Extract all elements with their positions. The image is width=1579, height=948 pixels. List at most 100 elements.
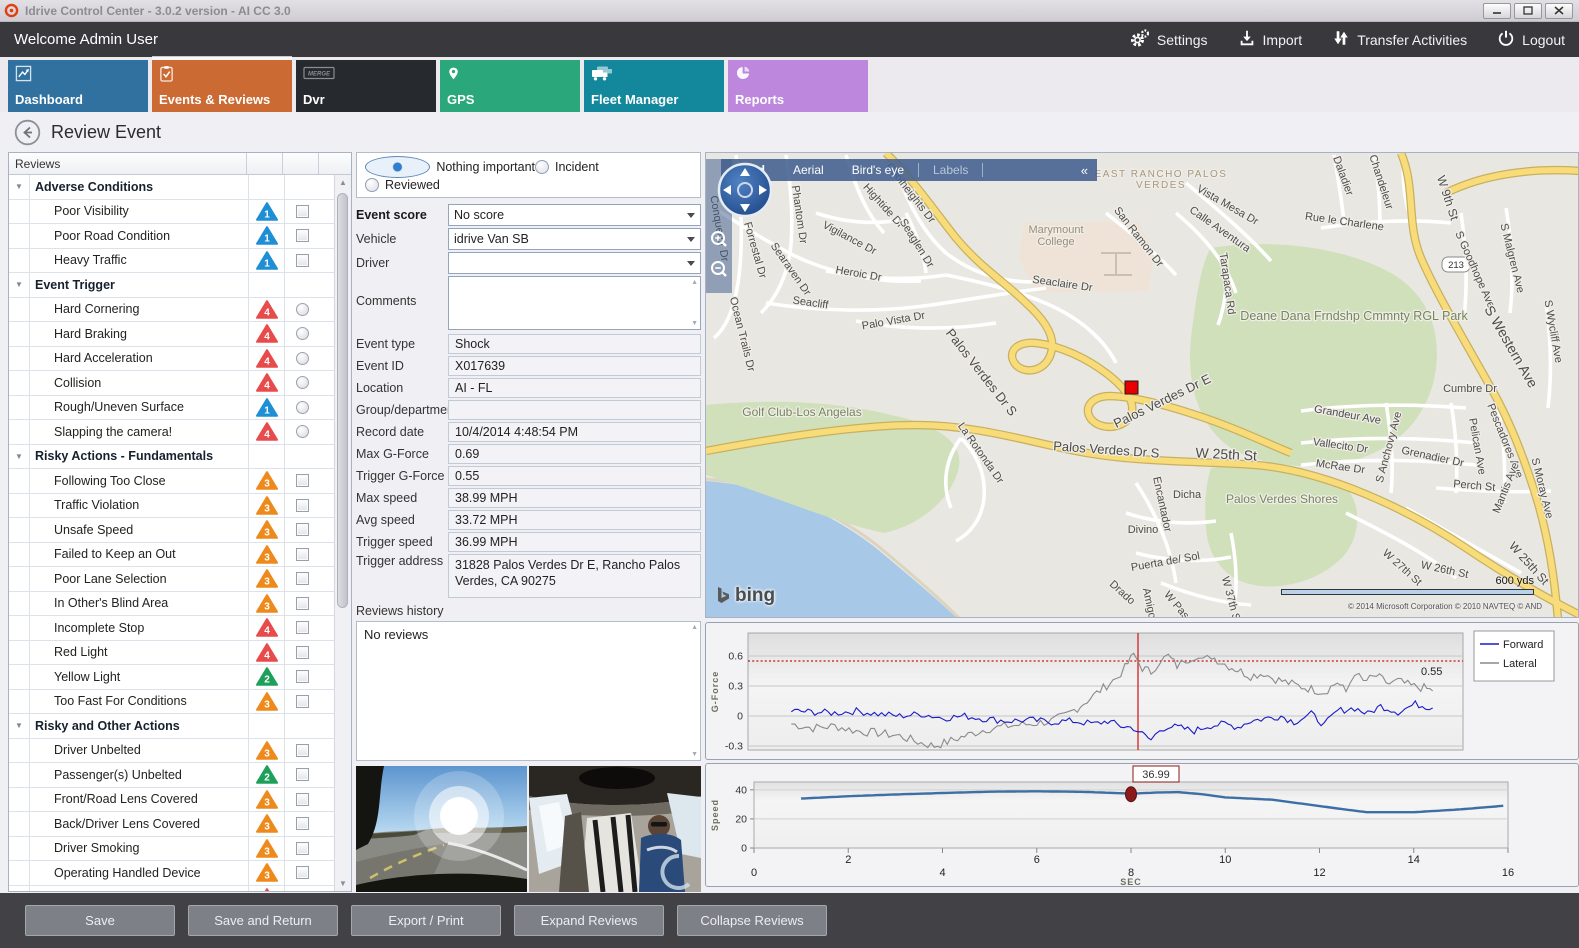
cabin-camera-thumbnail[interactable]: [529, 766, 701, 892]
tree-item-row[interactable]: Yellow Light2: [9, 665, 334, 690]
status-radio[interactable]: [365, 178, 379, 192]
tree-item-row[interactable]: Rough/Uneven Surface1: [9, 396, 334, 421]
tree-item-row[interactable]: Front/Road Lens Covered3: [9, 788, 334, 813]
item-checkbox[interactable]: [296, 866, 309, 879]
tree-item-row[interactable]: Heavy Traffic1: [9, 249, 334, 274]
header-action-logout[interactable]: Logout: [1497, 29, 1565, 50]
minimize-window-button[interactable]: [1483, 3, 1511, 19]
scroll-down-icon[interactable]: ▼: [691, 751, 698, 758]
scroll-down-icon[interactable]: ▼: [691, 320, 698, 327]
item-radio[interactable]: [296, 352, 309, 365]
tree-item-row[interactable]: Passenger(s) Unbelted2: [9, 763, 334, 788]
status-option-nothing-important[interactable]: Nothing important: [365, 158, 535, 176]
tree-item-row[interactable]: Collision4: [9, 371, 334, 396]
vehicle-select[interactable]: idrive Van SB: [448, 228, 701, 250]
tree-item-row[interactable]: Tampering/Abusing Equipment4: [9, 886, 334, 892]
map-view-bird-s-eye[interactable]: Bird's eye: [838, 163, 918, 177]
tree-item-row[interactable]: Driver Smoking3: [9, 837, 334, 862]
compass-icon[interactable]: [716, 161, 774, 219]
expand-reviews-button[interactable]: Expand Reviews: [514, 905, 664, 936]
item-checkbox[interactable]: [296, 474, 309, 487]
tab-gps[interactable]: GPS: [440, 60, 580, 112]
close-window-button[interactable]: [1545, 3, 1573, 19]
item-checkbox[interactable]: [296, 621, 309, 634]
tree-item-row[interactable]: Red Light4: [9, 641, 334, 666]
maximize-window-button[interactable]: [1514, 3, 1542, 19]
status-option-incident[interactable]: Incident: [535, 158, 692, 176]
map-panel[interactable]: 213Coolheights DrHightide DrPhantom DrFo…: [705, 152, 1579, 618]
status-radio[interactable]: [365, 156, 430, 178]
tree-group-row[interactable]: ▼Adverse Conditions: [9, 175, 334, 200]
tree-item-row[interactable]: Failed to Keep an Out3: [9, 543, 334, 568]
map-canvas[interactable]: 213Coolheights DrHightide DrPhantom DrFo…: [706, 153, 1579, 618]
item-checkbox[interactable]: [296, 254, 309, 267]
save-button[interactable]: Save: [25, 905, 175, 936]
scroll-up-icon[interactable]: ▲: [691, 279, 698, 286]
zoom-in-icon[interactable]: [709, 229, 729, 253]
item-checkbox[interactable]: [296, 205, 309, 218]
item-checkbox[interactable]: [296, 695, 309, 708]
map-view-labels[interactable]: Labels: [919, 163, 982, 177]
item-checkbox[interactable]: [296, 768, 309, 781]
tree-item-row[interactable]: Traffic Violation3: [9, 494, 334, 519]
tree-item-row[interactable]: Incomplete Stop4: [9, 616, 334, 641]
item-radio[interactable]: [296, 327, 309, 340]
comments-textarea[interactable]: ▲▼: [448, 276, 701, 330]
driver-select[interactable]: [448, 252, 701, 274]
status-option-reviewed[interactable]: Reviewed: [365, 176, 535, 194]
scroll-down-icon[interactable]: ▼: [335, 876, 351, 891]
item-checkbox[interactable]: [296, 523, 309, 536]
zoom-out-icon[interactable]: [709, 259, 729, 283]
item-checkbox[interactable]: [296, 793, 309, 806]
item-checkbox[interactable]: [296, 744, 309, 757]
save-and-return-button[interactable]: Save and Return: [188, 905, 338, 936]
item-radio[interactable]: [296, 376, 309, 389]
collapse-reviews-button[interactable]: Collapse Reviews: [677, 905, 827, 936]
item-checkbox[interactable]: [296, 670, 309, 683]
export-print-button[interactable]: Export / Print: [351, 905, 501, 936]
item-checkbox[interactable]: [296, 229, 309, 242]
header-action-transfer-activities[interactable]: Transfer Activities: [1332, 29, 1467, 50]
map-view-aerial[interactable]: Aerial: [779, 163, 838, 177]
item-checkbox[interactable]: [296, 548, 309, 561]
collapse-arrow-icon[interactable]: ▼: [9, 445, 29, 469]
header-action-import[interactable]: Import: [1238, 29, 1303, 50]
collapse-arrow-icon[interactable]: ▼: [9, 714, 29, 738]
tree-group-row[interactable]: ▼Risky and Other Actions: [9, 714, 334, 739]
item-checkbox[interactable]: [296, 646, 309, 659]
tab-fleet-manager[interactable]: Fleet Manager: [584, 60, 724, 112]
collapse-arrow-icon[interactable]: ▼: [9, 175, 29, 199]
tree-item-row[interactable]: Unsafe Speed3: [9, 518, 334, 543]
tab-reports[interactable]: Reports: [728, 60, 868, 112]
event-score-select[interactable]: No score: [448, 204, 701, 226]
scroll-up-icon[interactable]: ▲: [335, 175, 351, 190]
tree-item-row[interactable]: Hard Acceleration4: [9, 347, 334, 372]
tree-item-row[interactable]: Too Fast For Conditions3: [9, 690, 334, 715]
tree-item-row[interactable]: Hard Braking4: [9, 322, 334, 347]
tree-item-row[interactable]: Back/Driver Lens Covered3: [9, 812, 334, 837]
item-checkbox[interactable]: [296, 597, 309, 610]
front-camera-thumbnail[interactable]: [356, 766, 527, 892]
scrollbar-thumb[interactable]: [337, 193, 348, 608]
tree-item-row[interactable]: Slapping the camera!4: [9, 420, 334, 445]
tab-events-reviews[interactable]: Events & Reviews: [152, 60, 292, 112]
item-radio[interactable]: [296, 425, 309, 438]
scroll-up-icon[interactable]: ▲: [691, 624, 698, 631]
tree-item-row[interactable]: Poor Visibility1: [9, 200, 334, 225]
tab-dvr[interactable]: MERGEDvr: [296, 60, 436, 112]
tree-item-row[interactable]: In Other's Blind Area3: [9, 592, 334, 617]
item-checkbox[interactable]: [296, 572, 309, 585]
item-checkbox[interactable]: [296, 817, 309, 830]
reviews-tree-scrollbar[interactable]: ▲ ▼: [334, 175, 351, 891]
tree-item-row[interactable]: Driver Unbelted3: [9, 739, 334, 764]
back-button[interactable]: [14, 119, 41, 146]
item-checkbox[interactable]: [296, 842, 309, 855]
tree-group-row[interactable]: ▼Event Trigger: [9, 273, 334, 298]
item-radio[interactable]: [296, 303, 309, 316]
tree-item-row[interactable]: Poor Road Condition1: [9, 224, 334, 249]
item-radio[interactable]: [296, 401, 309, 414]
tree-item-row[interactable]: Following Too Close3: [9, 469, 334, 494]
tab-dashboard[interactable]: Dashboard: [8, 60, 148, 112]
tree-item-row[interactable]: Operating Handled Device3: [9, 861, 334, 886]
tree-item-row[interactable]: Hard Cornering4: [9, 298, 334, 323]
